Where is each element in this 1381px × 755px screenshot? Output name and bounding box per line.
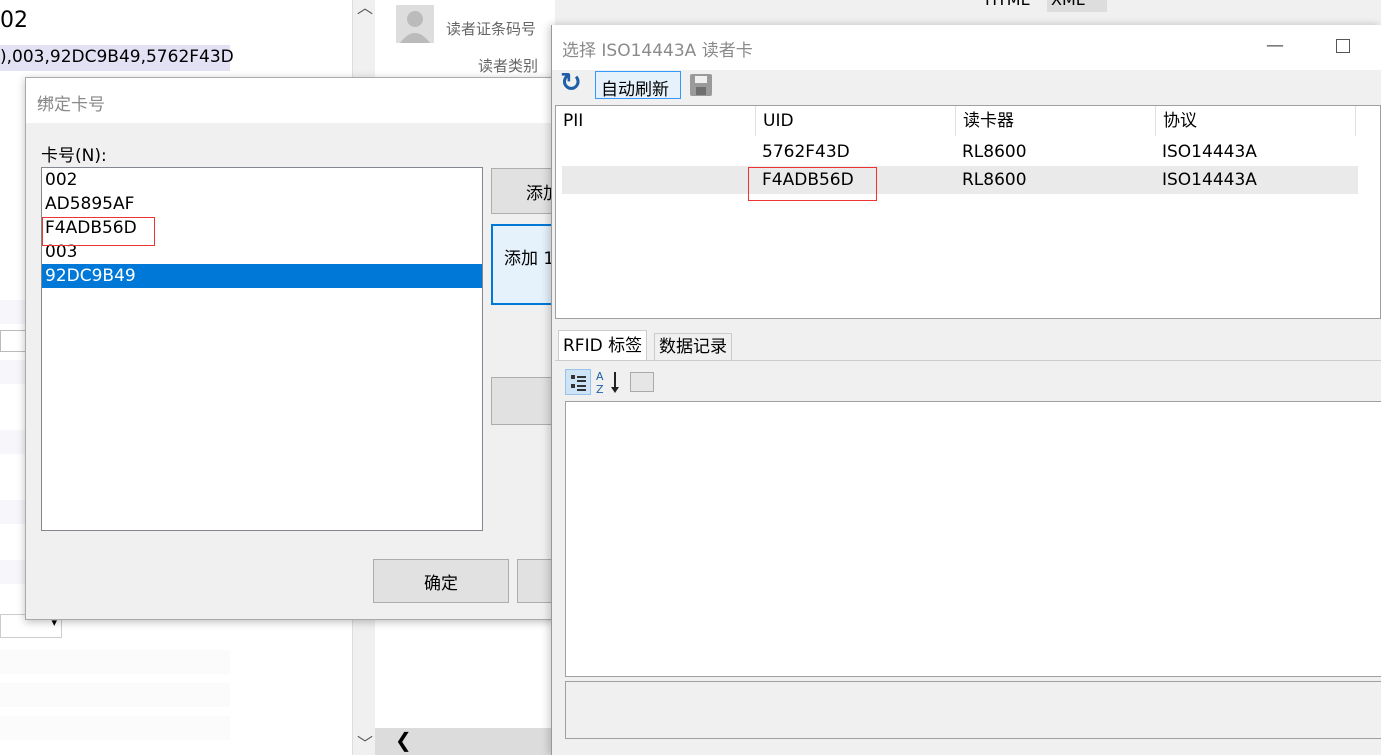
tab-rfid-tag[interactable]: RFID 标签 (558, 330, 648, 360)
cell-uid: 5762F43D (762, 142, 850, 162)
maximize-icon[interactable] (1336, 39, 1350, 53)
refresh-icon[interactable]: ↻ (560, 68, 582, 98)
categorized-icon[interactable] (565, 369, 591, 395)
minimize-icon[interactable]: — (1266, 35, 1284, 56)
ok-button[interactable]: 确定 (373, 559, 509, 603)
scroll-left-icon[interactable]: ❮ (395, 728, 412, 752)
property-grid[interactable] (565, 401, 1381, 677)
column-header-reader[interactable]: 读卡器 (956, 106, 1156, 136)
list-item[interactable]: 002 (42, 168, 482, 192)
top-field[interactable]: 02 (0, 4, 230, 36)
column-header-protocol[interactable]: 协议 (1156, 106, 1356, 136)
cell-protocol: ISO14443A (1162, 170, 1257, 190)
cell-pii (562, 138, 758, 166)
card-grid[interactable]: PII UID 读卡器 协议 5762F43D RL8600 ISO14443A… (555, 105, 1381, 319)
highlight-box (748, 167, 877, 201)
svg-text:Z: Z (596, 383, 604, 395)
card-number-line-text: ),003,92DC9B49,5762F43D (0, 47, 234, 67)
select-dialog-titlebar[interactable]: 选择 ISO14443A 读者卡 — (552, 25, 1381, 70)
top-field-value: 02 (0, 8, 28, 33)
add-panel-label: 添加 1 (504, 249, 555, 269)
highlight-box (42, 217, 155, 246)
avatar (396, 5, 434, 43)
rfid-tag-panel: AZ (555, 360, 1381, 755)
list-item[interactable]: AD5895AF (42, 192, 482, 216)
svg-text:A: A (596, 370, 604, 383)
save-icon[interactable] (690, 74, 712, 96)
auto-refresh-label: 自动刷新 (601, 80, 669, 100)
cell-pii (562, 166, 758, 194)
column-header-pii[interactable]: PII (556, 106, 756, 136)
property-pages-icon[interactable] (630, 372, 654, 392)
select-dialog-title: 选择 ISO14443A 读者卡 (562, 41, 753, 61)
horizontal-scrollbar[interactable]: ❮ (375, 728, 555, 755)
minimize-icon[interactable]: — (37, 90, 54, 110)
cell-protocol: ISO14443A (1162, 142, 1257, 162)
tab-xml[interactable]: XML (1047, 0, 1107, 12)
cell-reader: RL8600 (962, 142, 1027, 162)
bg-field-stub[interactable] (0, 330, 27, 352)
tab-data-record[interactable]: 数据记录 (654, 333, 732, 360)
bind-dialog-titlebar[interactable]: 绑定卡号 — (26, 78, 554, 123)
card-number-line: ),003,92DC9B49,5762F43D (0, 45, 234, 71)
scroll-down-icon[interactable]: ﹀ (357, 730, 373, 754)
reader-barcode-label: 读者证条码号 (446, 20, 537, 38)
tab-html[interactable]: HTML (985, 0, 1030, 9)
sort-alphabetical-icon[interactable]: AZ (595, 369, 623, 396)
list-item-selected[interactable]: 92DC9B49 (42, 264, 482, 288)
scroll-up-icon[interactable]: ︿ (357, 0, 373, 18)
ok-button-label: 确定 (424, 573, 458, 594)
cell-reader: RL8600 (962, 170, 1027, 190)
card-number-label: 卡号(N): (41, 146, 107, 166)
auto-refresh-button[interactable]: 自动刷新 (595, 71, 681, 100)
property-description (565, 681, 1381, 739)
toolbar: ↻ 自动刷新 (552, 68, 1381, 102)
table-row[interactable]: 5762F43D RL8600 ISO14443A (562, 138, 1358, 166)
table-row[interactable]: F4ADB56D RL8600 ISO14443A (562, 166, 1358, 194)
column-header-uid[interactable]: UID (756, 106, 956, 136)
bind-card-dialog: 绑定卡号 — 卡号(N): 002 AD5895AF F4ADB56D 003 … (25, 77, 561, 620)
reader-type-label: 读者类别 (478, 57, 539, 75)
select-card-dialog: 选择 ISO14443A 读者卡 — ↻ 自动刷新 PII UID 读卡器 协议… (551, 25, 1381, 755)
